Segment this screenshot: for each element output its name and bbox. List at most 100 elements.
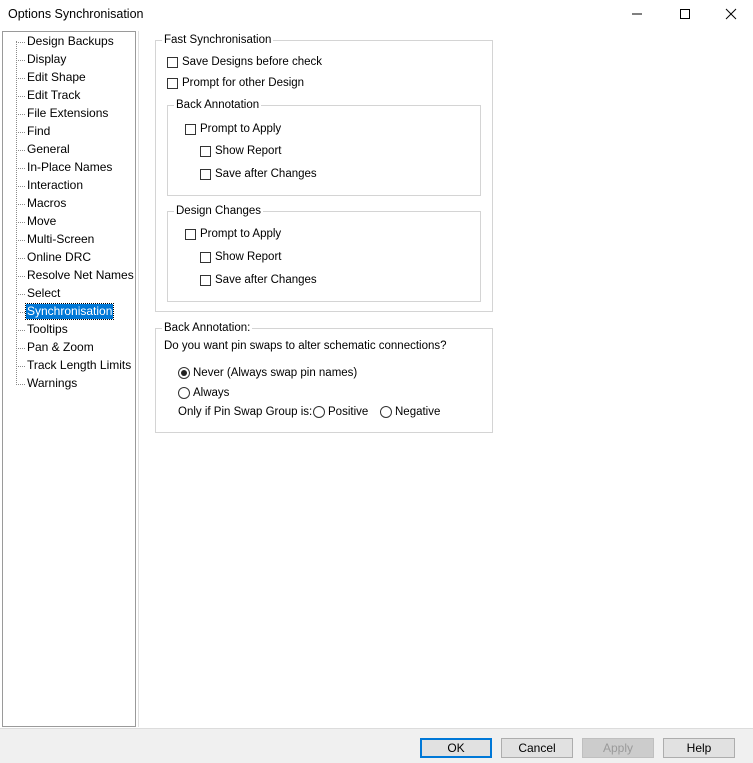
dc-save-after-checkbox[interactable]: Save after Changes (200, 274, 317, 286)
back-annotation-subtitle: Back Annotation (174, 98, 262, 112)
back-annotation-subgroup: Back Annotation Prompt to Apply Show Rep… (167, 98, 481, 196)
tree-item[interactable]: Pan & Zoom (3, 339, 135, 357)
tree-item-label: Select (27, 286, 61, 300)
tree-connector (16, 60, 25, 61)
tree-item[interactable]: Macros (3, 195, 135, 213)
tree-connector (16, 294, 25, 295)
tree-connector (16, 240, 25, 241)
save-designs-checkbox[interactable]: Save Designs before check (167, 56, 322, 68)
title-bar: Options Synchronisation (0, 0, 753, 30)
ba-save-after-label: Save after Changes (215, 168, 317, 180)
tree-item[interactable]: Find (3, 123, 135, 141)
tree-item-label: Synchronisation (24, 303, 115, 320)
tree-item-label: Edit Track (27, 88, 81, 102)
pin-swap-question: Do you want pin swaps to alter schematic… (164, 340, 447, 352)
tree-item[interactable]: Tooltips (3, 321, 135, 339)
design-changes-title: Design Changes (174, 204, 264, 218)
checkbox-box[interactable] (200, 274, 211, 286)
radio-circle[interactable] (178, 387, 190, 399)
tree-item-label: Interaction (27, 178, 84, 192)
ba-prompt-apply-label: Prompt to Apply (200, 123, 282, 135)
tree-item-label: Pan & Zoom (27, 340, 94, 354)
tree-connector (16, 168, 25, 169)
tree-item-label: Online DRC (27, 250, 92, 264)
tree-item-label: Tooltips (27, 322, 68, 336)
tree-item[interactable]: Select (3, 285, 135, 303)
dc-prompt-apply-checkbox[interactable]: Prompt to Apply (185, 228, 281, 240)
close-button[interactable] (708, 0, 753, 28)
tree-connector (16, 348, 25, 349)
tree-item[interactable]: File Extensions (3, 105, 135, 123)
prompt-other-checkbox[interactable]: Prompt for other Design (167, 77, 304, 89)
only-if-label: Only if Pin Swap Group is: (178, 406, 313, 418)
tree-item-label: General (27, 142, 70, 156)
save-designs-label: Save Designs before check (182, 56, 322, 68)
never-radio[interactable]: Never (Always swap pin names) (178, 367, 357, 379)
ba-save-after-checkbox[interactable]: Save after Changes (200, 168, 317, 180)
tree-connector (16, 42, 25, 43)
tree-connector (16, 204, 25, 205)
prompt-other-label: Prompt for other Design (182, 77, 305, 89)
maximize-icon (680, 9, 690, 19)
positive-label: Positive (328, 406, 369, 418)
apply-button[interactable]: Apply (582, 738, 654, 758)
tree-item-label: Multi-Screen (27, 232, 95, 246)
maximize-button[interactable] (662, 0, 708, 28)
always-radio[interactable]: Always (178, 387, 229, 399)
tree-item[interactable]: Edit Shape (3, 69, 135, 87)
ba-show-report-checkbox[interactable]: Show Report (200, 145, 281, 157)
tree-item[interactable]: Online DRC (3, 249, 135, 267)
tree-item[interactable]: Design Backups (3, 33, 135, 51)
tree-item[interactable]: General (3, 141, 135, 159)
tree-connector (16, 132, 25, 133)
checkbox-box[interactable] (167, 77, 178, 89)
button-bar: OK Cancel Apply Help (0, 728, 753, 763)
radio-circle[interactable] (178, 367, 190, 379)
dc-prompt-apply-label: Prompt to Apply (200, 228, 282, 240)
minimize-button[interactable] (614, 0, 660, 28)
help-button[interactable]: Help (663, 738, 735, 758)
tree-item[interactable]: Edit Track (3, 87, 135, 105)
tree-item-label: Edit Shape (27, 70, 86, 84)
negative-radio[interactable]: Negative (380, 406, 440, 418)
ok-button[interactable]: OK (420, 738, 492, 758)
tree-item[interactable]: Interaction (3, 177, 135, 195)
positive-radio[interactable]: Positive (313, 406, 368, 418)
checkbox-box[interactable] (167, 56, 178, 68)
tree-item-label: Macros (27, 196, 67, 210)
close-icon (725, 8, 737, 20)
checkbox-box[interactable] (185, 123, 196, 135)
tree-item[interactable]: Warnings (3, 375, 135, 393)
tree-item-label: Track Length Limits (27, 358, 132, 372)
dc-show-report-checkbox[interactable]: Show Report (200, 251, 281, 263)
tree-item-label: Design Backups (27, 34, 114, 48)
tree-item[interactable]: In-Place Names (3, 159, 135, 177)
panel-divider (138, 31, 139, 727)
tree-item-label: Resolve Net Names (27, 268, 134, 282)
tree-connector (16, 312, 25, 313)
never-label: Never (Always swap pin names) (193, 367, 358, 379)
cancel-button[interactable]: Cancel (501, 738, 573, 758)
checkbox-box[interactable] (200, 168, 211, 180)
options-tree[interactable]: Design Backups Display Edit Shape Edit Trac… (2, 31, 136, 727)
tree-connector (16, 222, 25, 223)
tree-connector (16, 276, 25, 277)
dc-show-report-label: Show Report (215, 251, 282, 263)
tree-item-label: Display (27, 52, 67, 66)
tree-item[interactable]: Move (3, 213, 135, 231)
checkbox-box[interactable] (185, 228, 196, 240)
tree-item[interactable]: Multi-Screen (3, 231, 135, 249)
radio-circle[interactable] (313, 406, 325, 418)
tree-item[interactable]: Track Length Limits (3, 357, 135, 375)
tree-item[interactable]: Resolve Net Names (3, 267, 135, 285)
tree-connector (16, 330, 25, 331)
fast-sync-group: Fast Synchronisation Save Designs before… (155, 33, 493, 312)
tree-item[interactable]: Display (3, 51, 135, 69)
back-annotation-group: Back Annotation: Do you want pin swaps t… (155, 321, 493, 433)
radio-circle[interactable] (380, 406, 392, 418)
checkbox-box[interactable] (200, 251, 211, 263)
ba-prompt-apply-checkbox[interactable]: Prompt to Apply (185, 123, 281, 135)
tree-item-label: In-Place Names (27, 160, 113, 174)
checkbox-box[interactable] (200, 145, 211, 157)
tree-item[interactable]: Synchronisation (3, 303, 135, 321)
